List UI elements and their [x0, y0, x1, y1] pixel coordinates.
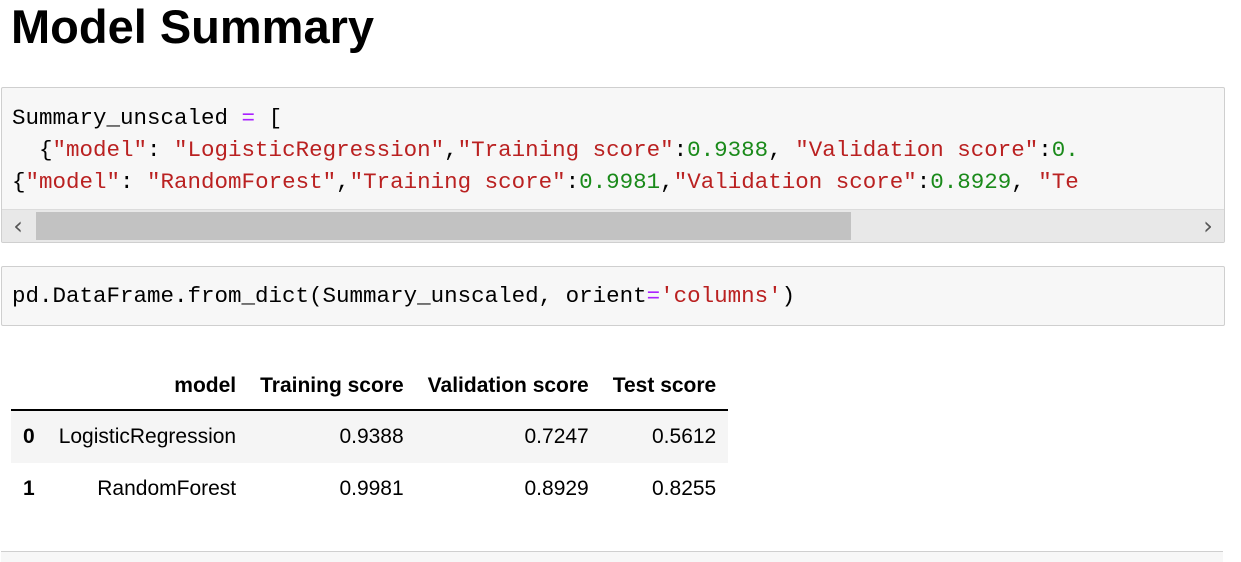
code-line-dataframe: pd.DataFrame.from_dict(Summary_unscaled,… — [12, 283, 795, 309]
cell-model: LogisticRegression — [46, 410, 249, 463]
row-index: 0 — [11, 410, 47, 463]
value-validation: 0.8929 — [930, 169, 1012, 195]
code-line-1: Summary_unscaled = [ — [12, 105, 282, 131]
column-header-training: Training score — [248, 363, 416, 411]
key-model: "model" — [25, 169, 121, 195]
cell-training: 0.9388 — [248, 410, 416, 463]
key-model: "model" — [52, 137, 148, 163]
column-header-validation: Validation score — [415, 363, 601, 411]
key-test: "Te — [1038, 169, 1079, 195]
cell-model: RandomForest — [97, 477, 237, 500]
page-title: Model Summary — [11, 0, 375, 53]
dataframe-output-table: model Training score Validation score Te… — [11, 363, 729, 515]
column-header-test: Test score — [600, 363, 729, 411]
key-training: "Training score" — [349, 169, 566, 195]
code-cell-dataframe[interactable]: pd.DataFrame.from_dict(Summary_unscaled,… — [1, 266, 1225, 326]
key-validation: "Validation score" — [795, 137, 1039, 163]
table-row: 1 RandomForest 0.9981 0.8929 0.8255 — [11, 463, 728, 515]
table-header-row: model Training score Validation score Te… — [11, 363, 729, 411]
cell-test: 0.5612 — [600, 410, 729, 463]
value-training: 0.9388 — [687, 137, 769, 163]
code-cell-summary[interactable]: Summary_unscaled = [ {"model": "Logistic… — [1, 87, 1225, 243]
assign-operator: = — [646, 283, 661, 309]
chevron-left-icon[interactable]: ‹ — [2, 210, 34, 242]
cell-validation: 0.7247 — [415, 410, 601, 463]
chevron-right-icon[interactable]: › — [1192, 210, 1224, 242]
assign-operator: = — [228, 105, 269, 131]
row-index: 1 — [23, 477, 35, 500]
variable-name: Summary_unscaled — [12, 105, 229, 131]
scrollbar-thumb[interactable] — [36, 212, 851, 240]
column-header-index — [11, 363, 47, 411]
open-bracket: [ — [268, 105, 283, 131]
cell-validation: 0.8929 — [524, 477, 589, 500]
code-line-3: {"model": "RandomForest","Training score… — [12, 169, 1079, 195]
orient-argument: 'columns' — [660, 283, 782, 309]
column-header-model: model — [46, 363, 249, 411]
close-paren: ) — [781, 283, 796, 309]
key-validation: "Validation score" — [673, 169, 917, 195]
cell-training: 0.9981 — [339, 477, 404, 500]
code-call: pd.DataFrame.from_dict(Summary_unscaled,… — [12, 283, 647, 309]
table-row: 0 LogisticRegression 0.9388 0.7247 0.561… — [11, 410, 729, 463]
code-line-2: {"model": "LogisticRegression","Training… — [12, 137, 1079, 163]
value-model: "RandomForest" — [147, 169, 337, 195]
next-cell-edge[interactable] — [1, 551, 1223, 562]
value-training: 0.9981 — [579, 169, 661, 195]
key-training: "Training score" — [457, 137, 674, 163]
horizontal-scrollbar[interactable]: ‹ › — [2, 209, 1224, 242]
cell-test: 0.8255 — [652, 477, 717, 500]
value-model: "LogisticRegression" — [174, 137, 445, 163]
value-validation: 0. — [1051, 137, 1079, 163]
